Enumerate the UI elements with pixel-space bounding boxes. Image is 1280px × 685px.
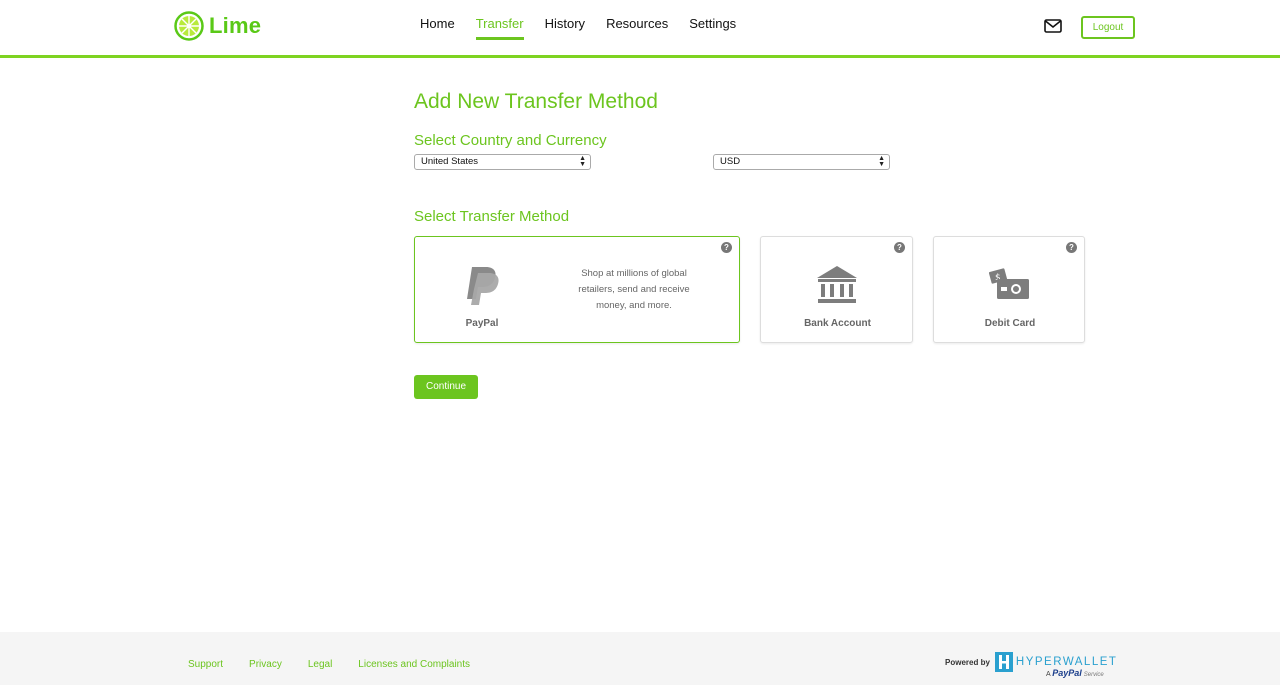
- currency-select[interactable]: USD ▲ ▼: [713, 154, 890, 170]
- footer-link-privacy[interactable]: Privacy: [249, 659, 282, 670]
- main-nav: Home Transfer History Resources Settings: [420, 15, 757, 40]
- debit-card-icon: $: [989, 268, 1029, 299]
- lime-logo-icon: [174, 11, 204, 41]
- nav-transfer[interactable]: Transfer: [475, 15, 524, 40]
- country-currency-heading: Select Country and Currency: [414, 132, 607, 149]
- debit-card-label: Debit Card: [984, 318, 1036, 329]
- continue-button[interactable]: Continue: [414, 375, 478, 399]
- bank-account-label: Bank Account: [804, 318, 871, 329]
- hyperwallet-logo-icon: [994, 652, 1013, 672]
- country-select[interactable]: United States ▲ ▼: [414, 154, 591, 170]
- help-icon[interactable]: ?: [721, 242, 732, 253]
- nav-settings[interactable]: Settings: [689, 15, 736, 40]
- footer-link-support[interactable]: Support: [188, 659, 223, 670]
- nav-history[interactable]: History: [545, 15, 585, 40]
- logout-button[interactable]: Logout: [1081, 16, 1135, 39]
- hyperwallet-wordmark: HYPERWALLET: [1015, 656, 1118, 668]
- paypal-service-suffix: Service: [1083, 672, 1104, 678]
- transfer-method-heading: Select Transfer Method: [414, 208, 570, 225]
- footer: Support Privacy Legal Licenses and Compl…: [0, 632, 1280, 685]
- method-card-paypal[interactable]: ? PayPal Shop at millions of global reta…: [414, 236, 740, 343]
- select-arrows-icon: ▲ ▼: [878, 155, 885, 168]
- currency-select-value: USD: [720, 156, 741, 167]
- paypal-description: Shop at millions of global retailers, se…: [578, 268, 690, 311]
- bank-icon: [817, 266, 857, 303]
- envelope-icon[interactable]: [1044, 19, 1062, 33]
- select-arrows-icon: ▲ ▼: [579, 155, 586, 168]
- method-card-debit-card[interactable]: ? $ Debit Card: [933, 236, 1085, 343]
- lime-logo[interactable]: Lime: [174, 11, 261, 41]
- paypal-service-prefix: A: [1046, 671, 1051, 678]
- footer-link-legal[interactable]: Legal: [308, 659, 332, 670]
- brand-name: Lime: [209, 13, 262, 38]
- method-card-bank-account[interactable]: ? Bank Account: [760, 236, 913, 343]
- help-icon[interactable]: ?: [894, 242, 905, 253]
- nav-resources[interactable]: Resources: [606, 15, 668, 40]
- nav-home[interactable]: Home: [420, 15, 455, 40]
- footer-link-licenses[interactable]: Licenses and Complaints: [358, 659, 470, 670]
- top-header: Lime Home Transfer History Resources Set…: [0, 0, 1280, 58]
- footer-links: Support Privacy Legal Licenses and Compl…: [188, 659, 496, 670]
- powered-by-text: Powered by: [945, 657, 990, 667]
- paypal-service-brand: PayPal: [1052, 668, 1082, 678]
- paypal-icon: [467, 267, 499, 305]
- paypal-service-note: A PayPal Service: [1046, 668, 1104, 678]
- help-icon[interactable]: ?: [1066, 242, 1077, 253]
- paypal-label: PayPal: [465, 318, 499, 329]
- country-select-value: United States: [421, 156, 479, 167]
- page-title: Add New Transfer Method: [414, 90, 658, 113]
